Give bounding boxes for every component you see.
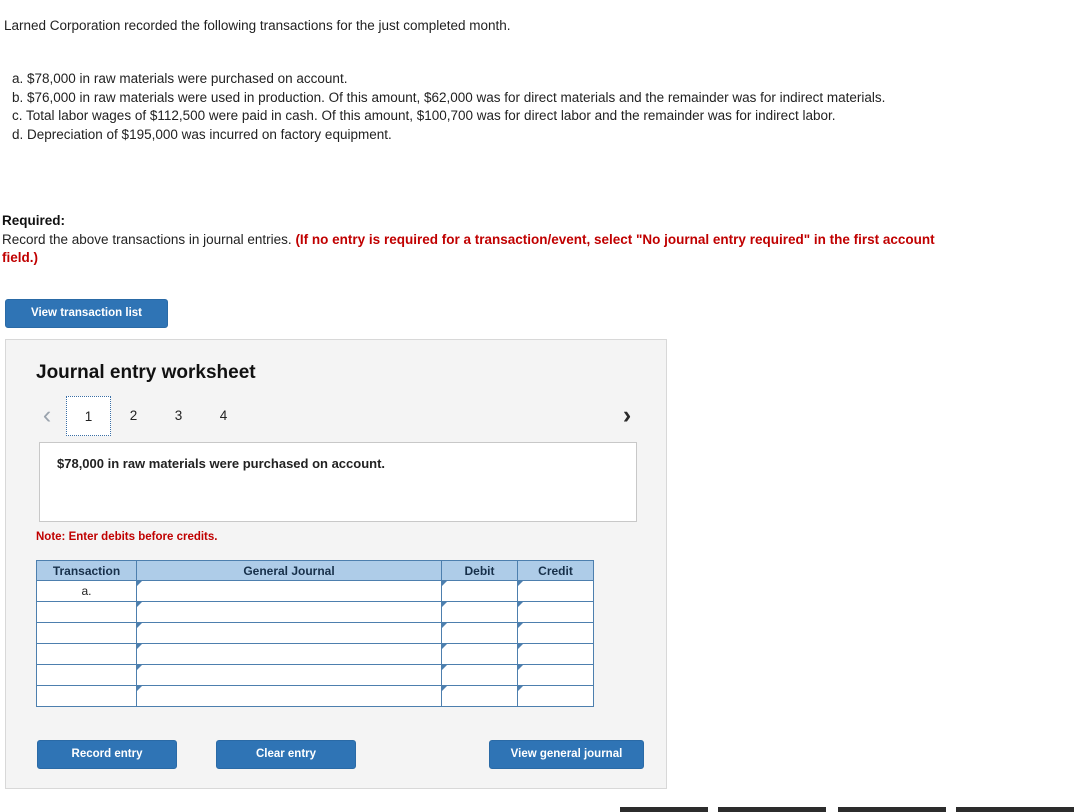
table-row: a. — [36, 580, 594, 602]
tab-entry-3[interactable]: 3 — [156, 396, 201, 436]
cell-credit[interactable] — [517, 643, 594, 665]
transaction-item-b: b. $76,000 in raw materials were used in… — [12, 89, 886, 105]
column-header-transaction: Transaction — [36, 560, 137, 581]
table-header-row: Transaction General Journal Debit Credit — [36, 560, 594, 581]
cell-debit[interactable] — [441, 622, 518, 644]
cell-general-journal[interactable] — [136, 580, 442, 602]
required-section: Required: Record the above transactions … — [2, 212, 962, 268]
journal-entry-worksheet-panel: Journal entry worksheet ‹ 1 2 3 4 › $78,… — [5, 339, 667, 789]
chevron-left-icon[interactable]: ‹ — [34, 398, 60, 432]
journal-entry-table: Transaction General Journal Debit Credit… — [36, 560, 594, 707]
required-instruction: Record the above transactions in journal… — [2, 231, 292, 247]
cell-general-journal[interactable] — [136, 622, 442, 644]
table-row — [36, 601, 594, 623]
cell-transaction[interactable] — [36, 622, 137, 644]
cell-debit[interactable] — [441, 601, 518, 623]
cell-debit[interactable] — [441, 643, 518, 665]
cell-general-journal[interactable] — [136, 643, 442, 665]
cell-credit[interactable] — [517, 580, 594, 602]
worksheet-title: Journal entry worksheet — [36, 362, 256, 383]
worksheet-pager: ‹ 1 2 3 4 › — [34, 396, 640, 440]
table-row — [36, 664, 594, 686]
cell-credit[interactable] — [517, 685, 594, 707]
taskbar-segment — [838, 807, 946, 812]
cell-credit[interactable] — [517, 622, 594, 644]
taskbar-segment — [620, 807, 708, 812]
cell-debit[interactable] — [441, 664, 518, 686]
chevron-right-icon[interactable]: › — [614, 398, 640, 432]
worksheet-action-buttons: Record entry Clear entry View general jo… — [6, 740, 666, 770]
tab-entry-4[interactable]: 4 — [201, 396, 246, 436]
cell-general-journal[interactable] — [136, 685, 442, 707]
table-row — [36, 622, 594, 644]
cell-transaction[interactable]: a. — [36, 580, 137, 602]
view-general-journal-button[interactable]: View general journal — [489, 740, 644, 769]
cell-credit[interactable] — [517, 601, 594, 623]
bottom-taskbar — [0, 806, 1086, 812]
cell-credit[interactable] — [517, 664, 594, 686]
cell-transaction[interactable] — [36, 664, 137, 686]
table-row — [36, 643, 594, 665]
clear-entry-button[interactable]: Clear entry — [216, 740, 356, 769]
column-header-general-journal: General Journal — [136, 560, 442, 581]
transaction-statement-box: $78,000 in raw materials were purchased … — [39, 442, 637, 522]
worksheet-tabs: 1 2 3 4 — [66, 396, 246, 436]
cell-general-journal[interactable] — [136, 601, 442, 623]
transaction-item-a: a. $78,000 in raw materials were purchas… — [12, 71, 348, 86]
cell-transaction[interactable] — [36, 643, 137, 665]
column-header-credit: Credit — [517, 560, 594, 581]
page-intro-text: Larned Corporation recorded the followin… — [4, 18, 511, 33]
record-entry-button[interactable]: Record entry — [37, 740, 177, 769]
taskbar-segment — [956, 807, 1074, 812]
tab-entry-2[interactable]: 2 — [111, 396, 156, 436]
transaction-item-d: d. Depreciation of $195,000 was incurred… — [12, 126, 392, 142]
debit-credit-note: Note: Enter debits before credits. — [36, 531, 218, 543]
cell-general-journal[interactable] — [136, 664, 442, 686]
cell-transaction[interactable] — [36, 601, 137, 623]
view-transaction-list-button[interactable]: View transaction list — [5, 299, 168, 328]
table-row — [36, 685, 594, 707]
transaction-statement-text: $78,000 in raw materials were purchased … — [57, 456, 386, 471]
tab-entry-1[interactable]: 1 — [66, 396, 111, 436]
column-header-debit: Debit — [441, 560, 518, 581]
required-label: Required: — [2, 213, 66, 228]
cell-debit[interactable] — [441, 685, 518, 707]
cell-debit[interactable] — [441, 580, 518, 602]
transaction-item-c: c. Total labor wages of $112,500 were pa… — [12, 108, 836, 123]
cell-transaction[interactable] — [36, 685, 137, 707]
taskbar-segment — [718, 807, 826, 812]
transaction-list: a. $78,000 in raw materials were purchas… — [4, 70, 964, 144]
